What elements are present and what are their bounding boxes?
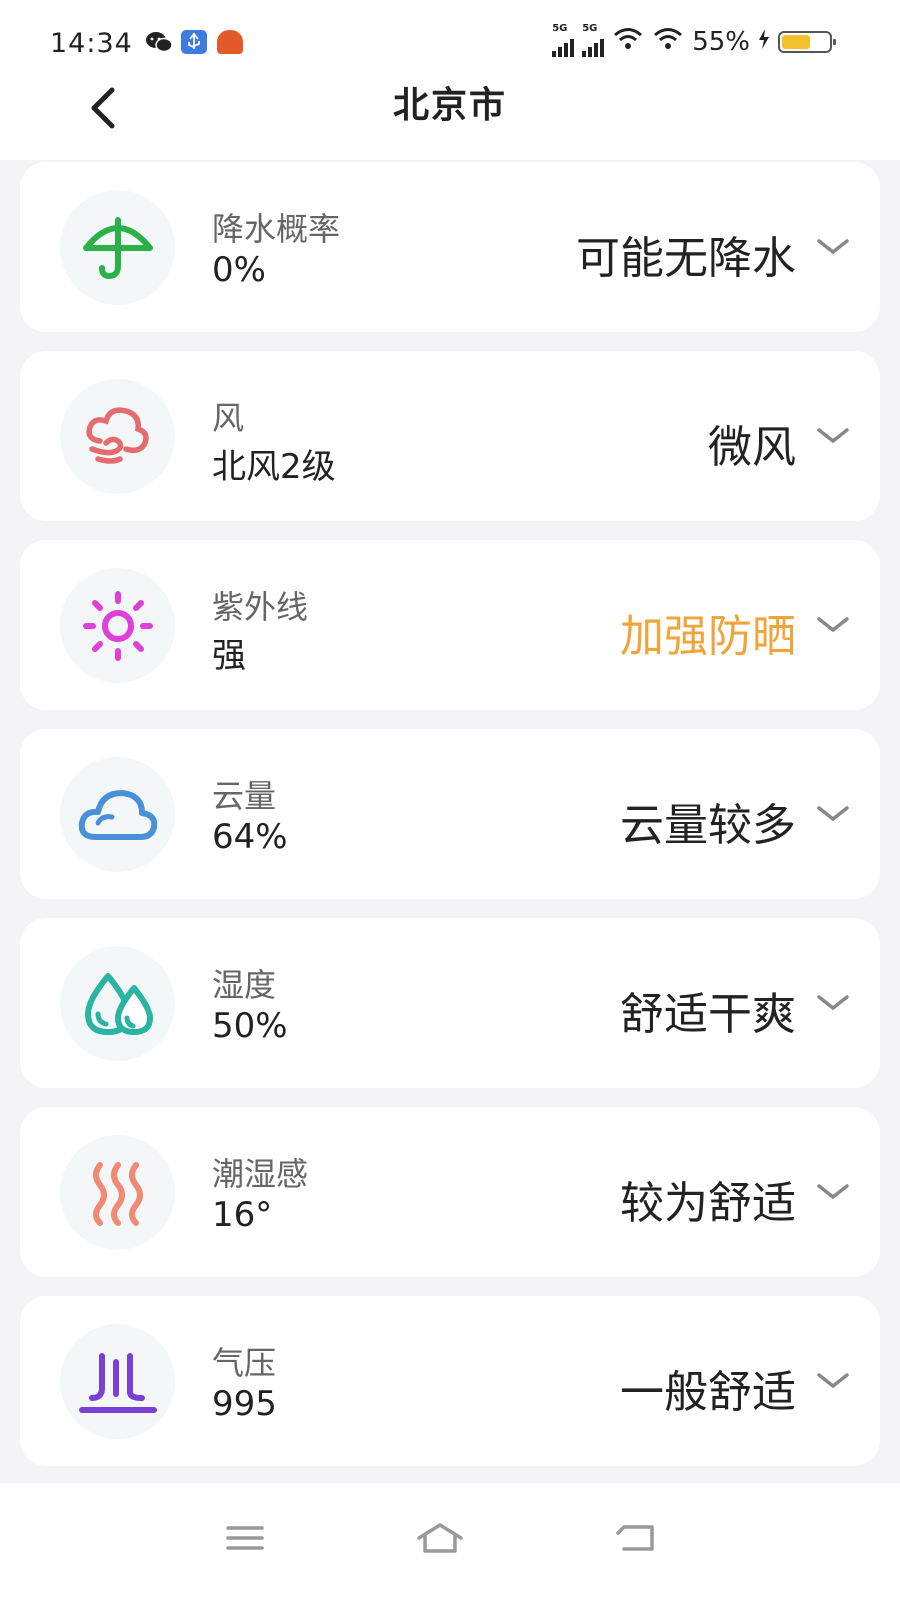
pressure-icon <box>78 1352 157 1413</box>
umbrella-icon <box>82 216 153 279</box>
card-value: 北风2级 <box>212 447 336 487</box>
usb-icon <box>181 30 207 54</box>
card-value: 0% <box>212 250 266 290</box>
network-label: 5G <box>552 22 568 34</box>
chevron-down-icon[interactable] <box>816 1364 850 1398</box>
status-bar: 14:34 5G 5G 55% <box>0 0 900 80</box>
chevron-down-icon[interactable] <box>816 986 850 1020</box>
wifi-icon <box>652 26 684 57</box>
battery-level <box>782 34 810 49</box>
card-wind[interactable]: 风 北风2级 微风 <box>20 351 880 521</box>
back-nav-button[interactable] <box>606 1508 666 1568</box>
card-description: 一般舒适 <box>620 1367 796 1418</box>
pumpkin-app-icon <box>217 30 243 54</box>
card-description: 舒适干爽 <box>620 989 796 1040</box>
battery-percent: 55% <box>692 26 750 57</box>
back-icon <box>616 1525 654 1551</box>
home-icon <box>417 1523 463 1553</box>
status-indicators: 5G 5G 55% <box>552 23 836 57</box>
card-label: 湿度 <box>212 966 277 1004</box>
card-value: 16° <box>212 1195 273 1235</box>
card-muggy-feel[interactable]: 潮湿感 16° 较为舒适 <box>20 1107 880 1277</box>
menu-icon <box>226 1526 264 1550</box>
icon-container <box>60 946 175 1061</box>
card-label: 云量 <box>212 777 277 815</box>
card-description: 较为舒适 <box>620 1178 796 1229</box>
droplets-icon <box>84 972 153 1035</box>
card-value: 995 <box>212 1384 277 1424</box>
sun-icon <box>82 590 153 661</box>
card-description: 可能无降水 <box>576 233 796 284</box>
status-notification-icons <box>145 30 243 54</box>
icon-container <box>60 190 175 305</box>
heat-waves-icon <box>92 1161 143 1226</box>
card-label: 气压 <box>212 1344 277 1382</box>
menu-button[interactable] <box>215 1508 275 1568</box>
card-value: 50% <box>212 1006 288 1046</box>
signal-5g-icon: 5G <box>582 23 605 57</box>
chevron-down-icon[interactable] <box>816 797 850 831</box>
card-description: 微风 <box>708 422 796 473</box>
wind-cloud-icon <box>85 406 149 464</box>
card-label: 风 <box>212 399 245 437</box>
wifi-icon <box>612 26 644 57</box>
app-header: 北京市 <box>0 70 900 160</box>
icon-container <box>60 1324 175 1439</box>
card-uv[interactable]: 紫外线 强 加强防晒 <box>20 540 880 710</box>
network-label: 5G <box>582 22 598 34</box>
card-pressure[interactable]: 气压 995 一般舒适 <box>20 1296 880 1466</box>
card-cloud-cover[interactable]: 云量 64% 云量较多 <box>20 729 880 899</box>
card-label: 潮湿感 <box>212 1155 309 1193</box>
icon-container <box>60 1135 175 1250</box>
wechat-icon <box>145 30 173 54</box>
icon-container <box>60 568 175 683</box>
cloud-icon <box>78 789 157 840</box>
signal-5g-icon: 5G <box>552 23 575 57</box>
home-button[interactable] <box>410 1508 470 1568</box>
chevron-down-icon[interactable] <box>816 230 850 264</box>
chevron-down-icon[interactable] <box>816 419 850 453</box>
card-description: 加强防晒 <box>620 611 796 662</box>
card-label: 紫外线 <box>212 588 309 626</box>
icon-container <box>60 757 175 872</box>
chevron-down-icon[interactable] <box>816 1175 850 1209</box>
charging-icon <box>758 27 770 57</box>
weather-detail-list: 降水概率 0% 可能无降水 风 北风2级 微风 紫外线 强 加强防晒 云量 64… <box>20 162 880 1485</box>
card-precipitation[interactable]: 降水概率 0% 可能无降水 <box>20 162 880 332</box>
system-navigation-bar <box>0 1483 900 1600</box>
battery-icon <box>778 30 836 53</box>
card-description: 云量较多 <box>620 800 796 851</box>
card-humidity[interactable]: 湿度 50% 舒适干爽 <box>20 918 880 1088</box>
card-value: 强 <box>212 636 246 676</box>
card-value: 64% <box>212 817 288 857</box>
chevron-down-icon[interactable] <box>816 608 850 642</box>
card-label: 降水概率 <box>212 210 341 248</box>
page-title: 北京市 <box>392 85 507 126</box>
status-time: 14:34 <box>50 28 133 59</box>
icon-container <box>60 379 175 494</box>
